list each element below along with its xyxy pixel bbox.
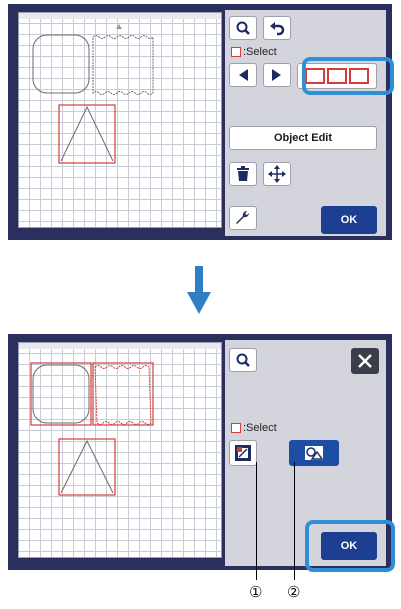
previous-button[interactable]	[229, 63, 257, 87]
magnifier-icon	[236, 21, 250, 35]
next-button[interactable]	[263, 63, 291, 87]
group-shapes-icon	[305, 446, 324, 460]
magnifier-icon	[236, 353, 250, 367]
left-arrow-icon	[239, 69, 248, 81]
move-arrows-icon	[268, 165, 286, 183]
select-legend-bottom: :Select	[231, 422, 277, 434]
ok-highlight	[305, 520, 395, 572]
select-legend-label: :Select	[243, 422, 277, 434]
move-button[interactable]	[263, 162, 291, 186]
top-screen: :Select Object Edit OK	[8, 4, 392, 240]
align-icon	[235, 445, 251, 461]
cutting-mat-bottom	[18, 342, 222, 558]
red-square-icon	[231, 47, 241, 57]
rounded-square-pattern	[32, 34, 90, 94]
callout-line-1	[256, 462, 257, 580]
scalloped-square-pattern	[94, 365, 152, 425]
ok-button[interactable]: OK	[321, 206, 377, 234]
callout-number-1: ①	[249, 584, 263, 601]
rounded-square-frame-selected	[30, 362, 92, 426]
object-edit-button[interactable]: Object Edit	[229, 126, 377, 150]
undo-button[interactable]	[263, 16, 291, 40]
zoom-button-bottom[interactable]	[229, 348, 257, 372]
scalloped-square-pattern	[92, 35, 154, 95]
align-button[interactable]	[229, 440, 257, 466]
mat-patterns	[32, 24, 154, 164]
red-square-icon	[231, 423, 241, 433]
scalloped-square-frame-selected	[92, 362, 154, 426]
delete-button[interactable]	[229, 162, 257, 186]
rounded-square-pattern	[32, 364, 90, 424]
mat-patterns-bottom	[30, 362, 154, 496]
top-side-panel: :Select Object Edit OK	[225, 10, 386, 236]
callout-number-2: ②	[287, 584, 301, 601]
triangle-pattern	[60, 439, 114, 494]
callout-line-2	[294, 462, 295, 580]
close-icon	[358, 354, 372, 368]
select-legend-label: :Select	[243, 46, 277, 58]
triangle-frame-selected	[58, 438, 116, 496]
settings-button[interactable]	[229, 206, 257, 230]
group-button[interactable]	[289, 440, 339, 466]
mat-marker	[116, 24, 122, 29]
cutting-mat	[18, 12, 222, 228]
right-arrow-icon	[272, 69, 281, 81]
triangle-pattern	[60, 105, 114, 162]
select-all-highlight	[302, 57, 394, 95]
down-arrow-icon	[187, 266, 211, 314]
undo-icon	[270, 22, 285, 36]
wrench-icon	[236, 210, 250, 224]
trash-icon	[237, 166, 249, 181]
close-button[interactable]	[351, 348, 379, 374]
zoom-button[interactable]	[229, 16, 257, 40]
select-legend: :Select	[231, 46, 277, 58]
triangle-frame-selected	[58, 104, 116, 164]
